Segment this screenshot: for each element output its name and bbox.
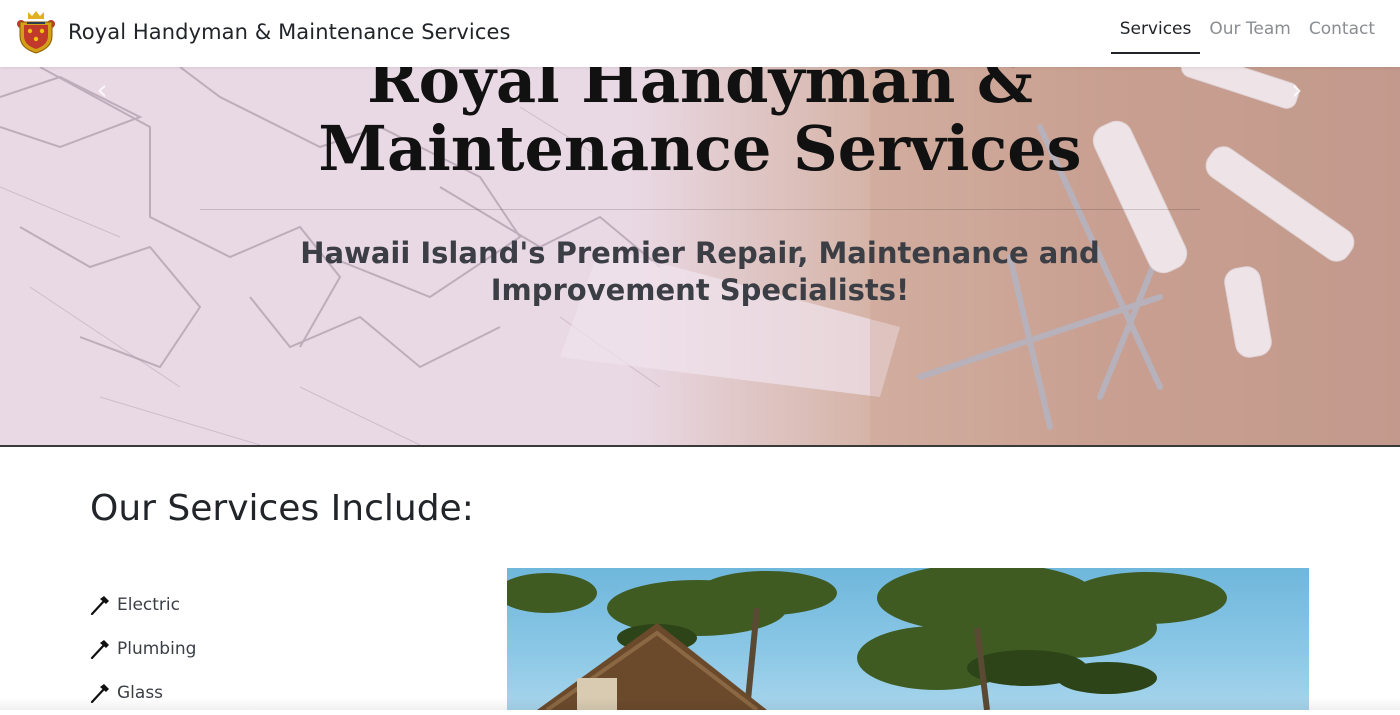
hammer-icon <box>90 596 109 615</box>
hammer-icon <box>90 640 109 659</box>
tropical-house-image <box>507 568 1227 710</box>
nav-links: Services Our Team Contact <box>1110 0 1384 54</box>
hero-carousel: ‹ › Royal Handyman & Maintenance Service… <box>0 67 1400 447</box>
carousel-next-button[interactable]: › <box>1282 75 1312 105</box>
hero-divider <box>200 209 1200 210</box>
nav-link-contact[interactable]: Contact <box>1300 0 1384 54</box>
bottom-fade <box>0 698 1400 710</box>
nav-link-our-team[interactable]: Our Team <box>1200 0 1299 54</box>
crest-logo-icon <box>17 11 55 54</box>
carousel-prev-button[interactable]: ‹ <box>87 75 117 105</box>
service-label: Plumbing <box>117 639 197 659</box>
brand-name[interactable]: Royal Handyman & Maintenance Services <box>68 20 511 44</box>
service-item-electric: Electric <box>90 583 196 627</box>
hero-subtitle: Hawaii Island's Premier Repair, Maintena… <box>300 236 1100 307</box>
services-list: Electric Plumbing Glass <box>90 583 196 715</box>
brand[interactable]: Royal Handyman & Maintenance Services <box>16 10 511 54</box>
top-navbar: Royal Handyman & Maintenance Services Se… <box>0 0 1400 67</box>
hero-title: Royal Handyman & Maintenance Services <box>318 67 1082 185</box>
services-heading: Our Services Include: <box>90 488 474 529</box>
nav-link-services[interactable]: Services <box>1110 0 1201 54</box>
services-photo <box>507 568 1309 710</box>
service-item-plumbing: Plumbing <box>90 627 196 671</box>
service-label: Electric <box>117 595 180 615</box>
